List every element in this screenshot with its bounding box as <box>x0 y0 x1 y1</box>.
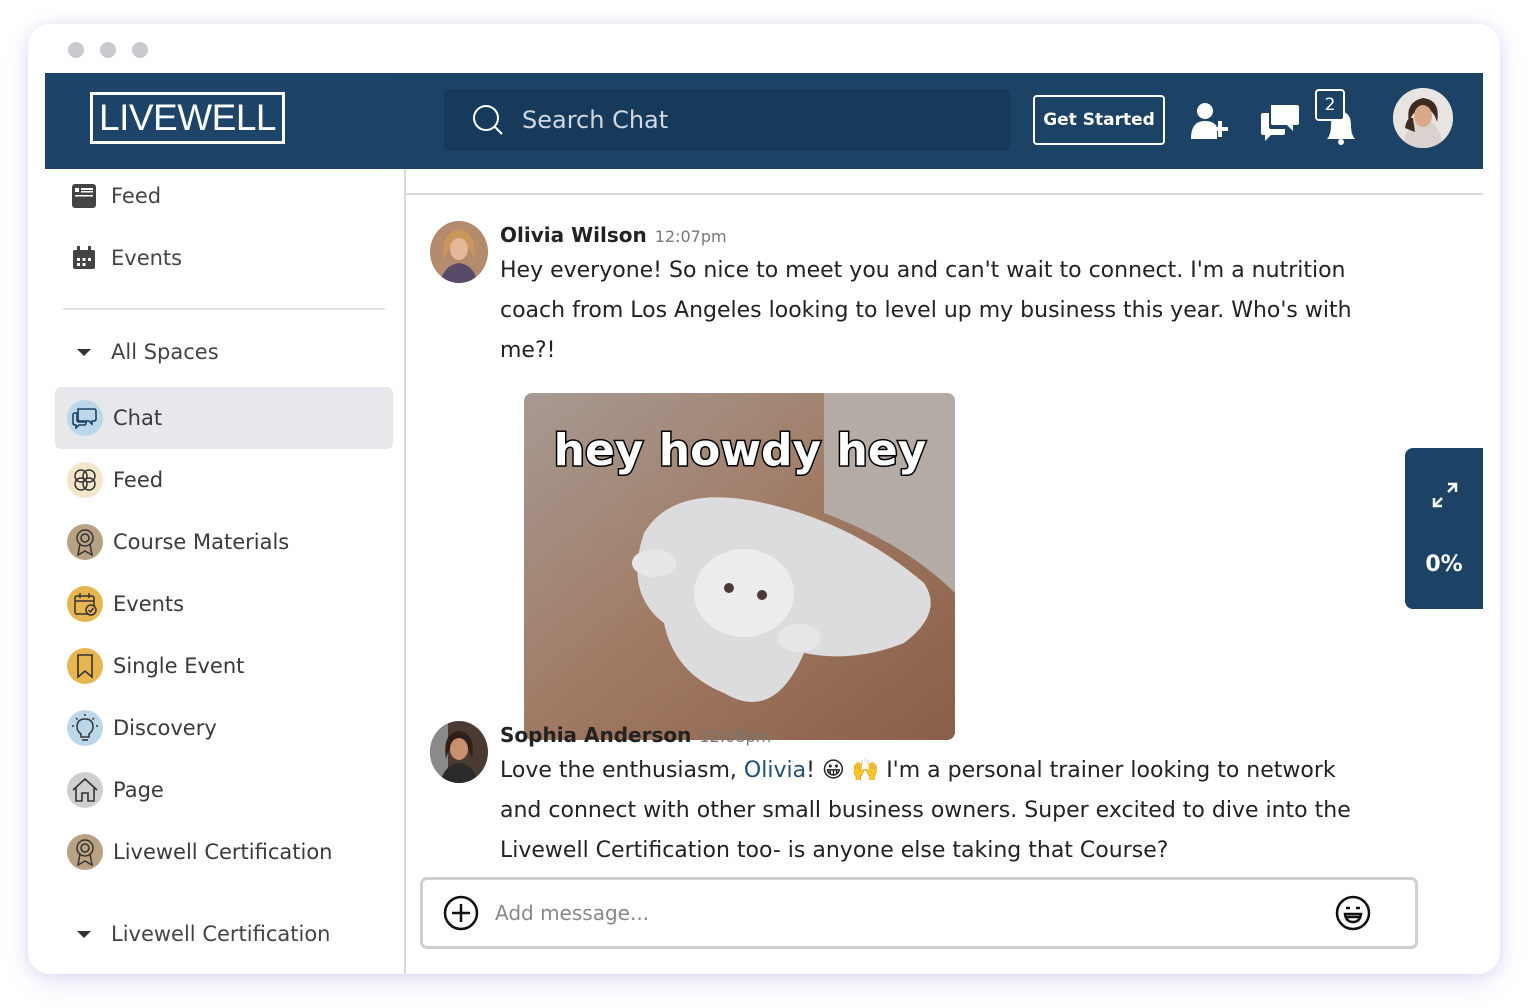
space-item-single-event[interactable]: Single Event <box>55 635 393 697</box>
chat-header-divider <box>406 193 1483 195</box>
space-item-chat[interactable]: Chat <box>55 387 393 449</box>
bookmark-icon <box>67 648 103 684</box>
add-user-icon[interactable] <box>1191 101 1231 143</box>
emoji: 😀 🙌 <box>821 758 880 783</box>
message-composer <box>420 877 1418 949</box>
expand-icon[interactable] <box>1430 480 1460 510</box>
sidebar-item-label: Events <box>111 246 183 270</box>
chat-message: Olivia Wilson 12:07pm Hey everyone! So ni… <box>430 221 1390 751</box>
message-timestamp: 12:08pm <box>699 727 772 746</box>
message-text: Hey everyone! So nice to meet you and ca… <box>500 258 1352 363</box>
add-attachment-icon[interactable] <box>443 895 479 931</box>
space-item-label: Livewell Certification <box>113 840 333 864</box>
clover-icon <box>67 462 103 498</box>
message-timestamp: 12:07pm <box>654 227 727 246</box>
space-item-label: Page <box>113 778 164 802</box>
window-dot[interactable] <box>68 42 84 58</box>
sidebar: Feed Events All Spaces Chat Feed Course … <box>45 169 406 974</box>
calendar-icon <box>73 246 95 269</box>
top-bar: LIVEWELL Get Started <box>45 73 1483 169</box>
space-item-discovery[interactable]: Discovery <box>55 697 393 759</box>
space-item-livewell-certification[interactable]: Livewell Certification <box>55 821 393 883</box>
search-icon <box>473 105 503 135</box>
message-input[interactable] <box>495 901 1335 925</box>
message-text: Love the enthusiasm, Olivia! 😀 🙌 I'm a p… <box>500 751 1380 871</box>
chat-bubbles-icon <box>67 400 103 436</box>
livewell-logo[interactable]: LIVEWELL <box>90 92 285 144</box>
sidebar-divider <box>63 308 385 310</box>
space-item-course-materials[interactable]: Course Materials <box>55 511 393 573</box>
gif-attachment[interactable]: hey howdy hey <box>524 393 955 740</box>
user-avatar[interactable] <box>1393 88 1453 148</box>
award-ribbon-icon <box>67 834 103 870</box>
gif-caption: hey howdy hey <box>554 425 927 476</box>
emoji-picker-icon[interactable] <box>1335 895 1371 931</box>
mention-link[interactable]: Olivia <box>744 758 806 783</box>
author-name[interactable]: Olivia Wilson 12:07pm <box>500 223 727 247</box>
house-icon <box>67 772 103 808</box>
get-started-button[interactable]: Get Started <box>1033 95 1165 145</box>
sidebar-item-events[interactable]: Events <box>71 245 182 271</box>
space-item-label: Feed <box>113 468 164 492</box>
space-item-label: Discovery <box>113 716 217 740</box>
chat-message: Sophia Anderson 12:08pm Love the enthusia… <box>430 721 1390 871</box>
progress-percent: 0% <box>1425 552 1463 577</box>
section-label: All Spaces <box>111 340 219 364</box>
author-name-text: Sophia Anderson <box>500 723 692 747</box>
progress-widget[interactable]: 0% <box>1405 448 1483 609</box>
sidebar-item-label: Feed <box>111 184 162 208</box>
award-ribbon-icon <box>67 524 103 560</box>
section-label: Livewell Certification <box>111 922 331 946</box>
app-shell: LIVEWELL Get Started <box>45 73 1483 974</box>
window-dot[interactable] <box>132 42 148 58</box>
caret-down-icon <box>77 931 91 938</box>
space-item-feed[interactable]: Feed <box>55 449 393 511</box>
window-dot[interactable] <box>100 42 116 58</box>
caret-down-icon <box>77 349 91 356</box>
message-text-segment: ! <box>806 758 822 783</box>
sidebar-item-feed[interactable]: Feed <box>71 183 161 209</box>
all-spaces-toggle[interactable]: All Spaces <box>71 339 219 365</box>
space-item-label: Chat <box>113 406 163 430</box>
window-controls <box>68 42 148 58</box>
space-item-page[interactable]: Page <box>55 759 393 821</box>
browser-window: LIVEWELL Get Started <box>28 24 1500 974</box>
message-text-segment: Love the enthusiasm, <box>500 758 744 783</box>
logo-area: LIVEWELL <box>45 73 391 169</box>
space-item-events[interactable]: Events <box>55 573 393 635</box>
chat-panel: Olivia Wilson 12:07pm Hey everyone! So ni… <box>406 169 1483 974</box>
space-item-label: Single Event <box>113 654 245 678</box>
notification-badge: 2 <box>1315 89 1345 121</box>
chat-bubbles-icon[interactable] <box>1259 101 1301 141</box>
space-item-label: Course Materials <box>113 530 290 554</box>
search-input[interactable] <box>522 106 982 134</box>
search-bar[interactable] <box>444 89 1010 151</box>
space-item-label: Events <box>113 592 185 616</box>
author-name[interactable]: Sophia Anderson 12:08pm <box>500 723 771 747</box>
calendar-check-icon <box>67 586 103 622</box>
livewell-certification-toggle[interactable]: Livewell Certification <box>71 921 330 947</box>
lightbulb-icon <box>67 710 103 746</box>
newspaper-icon <box>72 184 96 208</box>
author-avatar[interactable] <box>430 721 488 783</box>
author-name-text: Olivia Wilson <box>500 223 647 247</box>
author-avatar[interactable] <box>430 221 488 283</box>
